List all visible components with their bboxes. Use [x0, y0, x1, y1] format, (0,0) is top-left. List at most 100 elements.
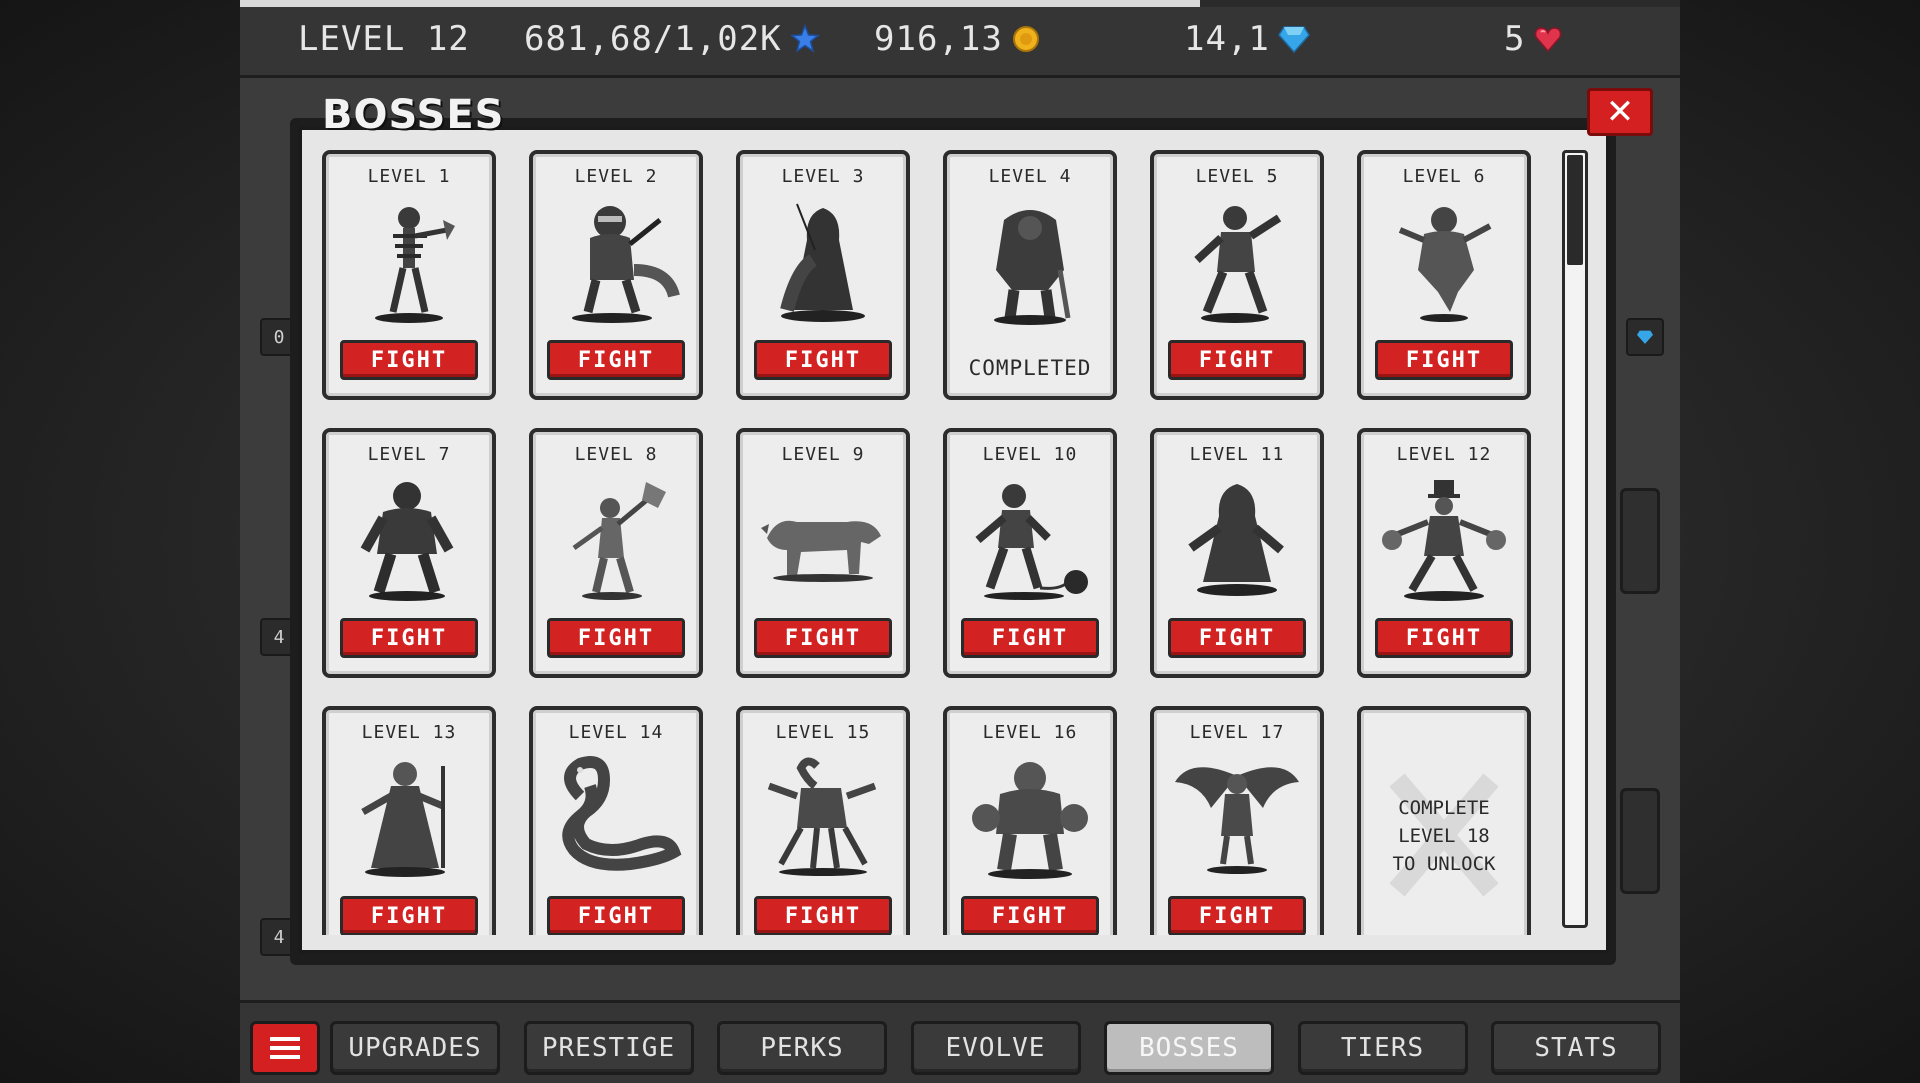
- game-screen: LEVEL 12 681,68/1,02K 916,13 14,1 5 0 4 …: [240, 0, 1680, 1083]
- side-counter-value: 0: [273, 326, 285, 348]
- boss-card[interactable]: LEVEL 6 FIGHT: [1357, 150, 1531, 400]
- boss-card[interactable]: LEVEL 5 FIGHT: [1150, 150, 1324, 400]
- boss-card[interactable]: LEVEL 8 FIGHT: [529, 428, 703, 678]
- boss-card[interactable]: LEVEL 17 FIGHT: [1150, 706, 1324, 935]
- boss-portrait: [1398, 207, 1492, 322]
- scrollbar-thumb[interactable]: [1567, 155, 1583, 265]
- boss-level-label: LEVEL 16: [982, 722, 1078, 743]
- boss-card[interactable]: LEVEL 2 FIGHT: [529, 150, 703, 400]
- fight-button[interactable]: FIGHT: [754, 618, 892, 658]
- side-counter-value: 4: [273, 626, 285, 648]
- boss-portrait: [1194, 206, 1282, 323]
- boss-card[interactable]: LEVEL 16 FIGHT: [943, 706, 1117, 935]
- boss-card[interactable]: LEVEL 13 FIGHT: [322, 706, 496, 935]
- red-heart-gem-icon: [1533, 24, 1563, 54]
- boss-level-label: LEVEL 6: [1402, 166, 1486, 187]
- fight-button[interactable]: FIGHT: [340, 896, 478, 935]
- tab-evolve[interactable]: EVOLVE: [910, 1021, 1081, 1075]
- fight-button[interactable]: FIGHT: [547, 618, 685, 658]
- blue-star-icon: [789, 24, 820, 54]
- fight-button[interactable]: FIGHT: [547, 896, 685, 935]
- xp-progress-bar: [240, 0, 1680, 7]
- boss-portrait: [562, 756, 682, 871]
- panel-title: BOSSES: [322, 92, 505, 138]
- boss-portrait: [1188, 484, 1284, 596]
- tab-bosses[interactable]: BOSSES: [1104, 1021, 1274, 1075]
- player-level: LEVEL 12: [298, 19, 470, 59]
- boss-level-label: LEVEL 10: [982, 444, 1078, 465]
- gold-coin-icon: [1011, 24, 1041, 54]
- xp-value: 681,68/1,02K: [524, 19, 782, 59]
- fight-button[interactable]: FIGHT: [1375, 618, 1513, 658]
- ruby-counter: 5: [1504, 19, 1563, 59]
- boss-level-label: LEVEL 1: [367, 166, 451, 187]
- menu-button[interactable]: [250, 1021, 320, 1075]
- boss-grid: LEVEL 1 FIGHT LEVEL 2 FIGHT LEVEL 3 FIGHT LEVE…: [322, 150, 1552, 935]
- completed-label: COMPLETED: [968, 356, 1092, 380]
- bottom-navigation: UPGRADES PRESTIGE PERKS EVOLVE BOSSES TIERS ST…: [240, 1000, 1680, 1083]
- xp-progress-fill: [240, 0, 1201, 7]
- fight-button[interactable]: FIGHT: [1375, 340, 1513, 380]
- gem-value: 14,1: [1184, 19, 1270, 59]
- tab-tiers[interactable]: TIERS: [1297, 1021, 1468, 1075]
- boss-card[interactable]: LEVEL 9 FIGHT: [736, 428, 910, 678]
- fight-button[interactable]: FIGHT: [754, 340, 892, 380]
- side-slot: [1620, 488, 1660, 594]
- boss-portrait: [761, 520, 881, 582]
- boss-portrait: [780, 203, 865, 322]
- resource-bar: LEVEL 12 681,68/1,02K 916,13 14,1 5: [240, 7, 1680, 78]
- boss-card[interactable]: LEVEL 15 FIGHT: [736, 706, 910, 935]
- boss-level-label: LEVEL 7: [367, 444, 451, 465]
- boss-level-label: LEVEL 5: [1195, 166, 1279, 187]
- boss-card[interactable]: LEVEL 14 FIGHT: [529, 706, 703, 935]
- fight-button[interactable]: FIGHT: [961, 618, 1099, 658]
- fight-button[interactable]: FIGHT: [1168, 618, 1306, 658]
- boss-card[interactable]: LEVEL 1 FIGHT: [322, 150, 496, 400]
- boss-portrait: [972, 762, 1088, 879]
- boss-level-label: LEVEL 12: [1396, 444, 1492, 465]
- player-level-text: LEVEL 12: [298, 19, 470, 59]
- tab-prestige[interactable]: PRESTIGE: [523, 1021, 694, 1075]
- gem-counter: 14,1: [1184, 19, 1310, 59]
- boss-level-label: LEVEL 11: [1189, 444, 1285, 465]
- boss-portrait: [572, 482, 666, 600]
- gold-value: 916,13: [874, 19, 1003, 59]
- boss-level-label: LEVEL 2: [574, 166, 658, 187]
- scrollbar[interactable]: [1562, 150, 1588, 928]
- boss-portrait: [1175, 767, 1299, 874]
- fight-button[interactable]: FIGHT: [340, 340, 478, 380]
- side-slot: [1620, 788, 1660, 894]
- xp-counter: 681,68/1,02K: [524, 19, 820, 59]
- fight-button[interactable]: FIGHT: [961, 896, 1099, 935]
- boss-portrait: [375, 207, 455, 323]
- boss-portrait: [975, 484, 1088, 600]
- boss-card[interactable]: LEVEL 4 COMPLETED: [943, 150, 1117, 400]
- boss-level-label: LEVEL 15: [775, 722, 871, 743]
- boss-portrait: [1382, 480, 1506, 601]
- tab-upgrades[interactable]: UPGRADES: [330, 1021, 500, 1075]
- boss-level-label: LEVEL 9: [781, 444, 865, 465]
- boss-card[interactable]: LEVEL 3 FIGHT: [736, 150, 910, 400]
- tab-perks[interactable]: PERKS: [717, 1021, 887, 1075]
- boss-portrait: [360, 482, 454, 601]
- fight-button[interactable]: FIGHT: [754, 896, 892, 935]
- fight-button[interactable]: FIGHT: [1168, 896, 1306, 935]
- blue-gem-icon: [1277, 24, 1310, 54]
- close-button[interactable]: ✕: [1587, 88, 1653, 136]
- unlock-requirement-text: COMPLETE LEVEL 18 TO UNLOCK: [1392, 797, 1496, 875]
- boss-card[interactable]: LEVEL 12 FIGHT: [1357, 428, 1531, 678]
- boss-portrait: [572, 206, 680, 323]
- boss-card[interactable]: LEVEL 11 FIGHT: [1150, 428, 1324, 678]
- tab-stats[interactable]: STATS: [1491, 1021, 1661, 1075]
- boss-card[interactable]: LEVEL 10 FIGHT: [943, 428, 1117, 678]
- boss-level-label: LEVEL 13: [361, 722, 457, 743]
- boss-portrait: [767, 757, 877, 876]
- fight-button[interactable]: FIGHT: [1168, 340, 1306, 380]
- fight-button[interactable]: FIGHT: [340, 618, 478, 658]
- boss-portrait: [994, 210, 1071, 325]
- ruby-value: 5: [1504, 19, 1526, 59]
- boss-level-label: LEVEL 4: [988, 166, 1072, 187]
- boss-card[interactable]: LEVEL 7 FIGHT: [322, 428, 496, 678]
- side-counter-value: 4: [273, 926, 285, 948]
- fight-button[interactable]: FIGHT: [547, 340, 685, 380]
